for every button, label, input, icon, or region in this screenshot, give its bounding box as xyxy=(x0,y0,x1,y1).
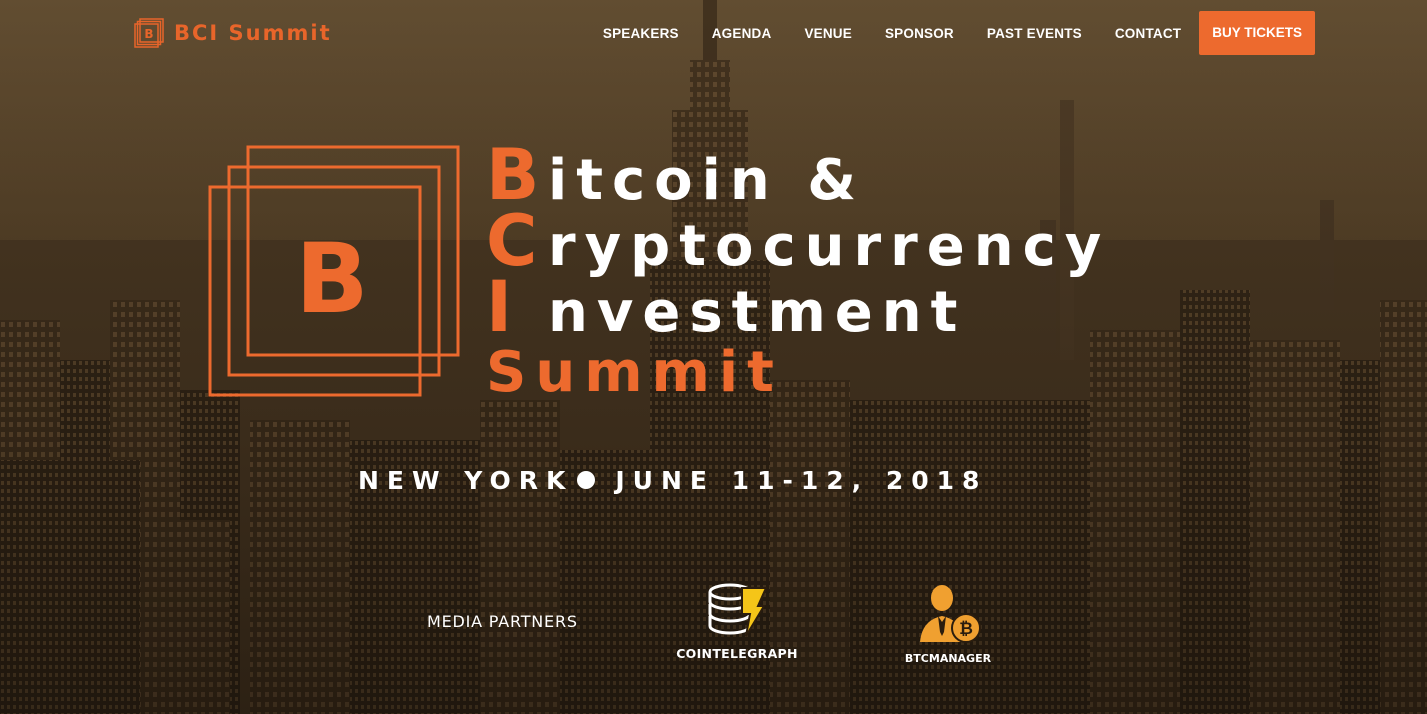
title-initial-i: I xyxy=(486,266,513,348)
title-line-summit: Summit xyxy=(486,340,1246,406)
title-line-investment: Investment xyxy=(486,266,1246,348)
partner-btcmanager-name: BTCMANAGER xyxy=(904,652,992,665)
title-rest-investment: nvestment xyxy=(548,280,967,345)
nav-venue[interactable]: VENUE xyxy=(804,26,852,41)
title-rest-bitcoin: itcoin & xyxy=(548,148,866,213)
hero-b-square-logo-icon: B xyxy=(208,145,460,397)
event-dates: JUNE 11-12, 2018 xyxy=(615,465,988,495)
brand-name: BCI Summit xyxy=(174,21,332,45)
title-rest-summit: Summit xyxy=(486,340,783,405)
page: B BCI Summit SPEAKERS AGENDA VENUE SPONS… xyxy=(0,0,1427,714)
cointelegraph-coin-stack-icon xyxy=(708,583,768,637)
title-rest-cryptocurrency: ryptocurrency xyxy=(548,214,1111,279)
brand-logo-link[interactable]: B BCI Summit xyxy=(134,17,332,49)
partner-cointelegraph-name: COINTELEGRAPH xyxy=(676,646,798,661)
media-partners-label: MEDIA PARTNERS xyxy=(427,612,578,631)
separator-dot-icon xyxy=(577,471,596,489)
top-navigation: B BCI Summit SPEAKERS AGENDA VENUE SPONS… xyxy=(0,0,1427,66)
btcmanager-businessman-bitcoin-icon: ₿ xyxy=(920,585,981,643)
partner-btcmanager-link[interactable]: ₿ BTCMANAGER xyxy=(898,582,998,665)
main-menu: SPEAKERS AGENDA VENUE SPONSOR PAST EVENT… xyxy=(603,11,1315,55)
hero-logo-letter: B xyxy=(295,223,368,335)
b-square-logo-icon: B xyxy=(134,18,164,48)
nav-agenda[interactable]: AGENDA xyxy=(712,26,772,41)
title-line-bitcoin: Bitcoin & xyxy=(486,134,1246,216)
event-location: NEW YORK xyxy=(358,465,574,495)
brand-icon-letter: B xyxy=(144,27,153,41)
nav-sponsor[interactable]: SPONSOR xyxy=(885,26,954,41)
partner-cointelegraph-link[interactable]: COINTELEGRAPH xyxy=(670,582,804,661)
title-initial-c: C xyxy=(486,200,538,282)
title-line-cryptocurrency: Cryptocurrency xyxy=(486,200,1246,282)
event-location-date: NEW YORK JUNE 11-12, 2018 xyxy=(358,460,1078,500)
nav-speakers[interactable]: SPEAKERS xyxy=(603,26,679,41)
title-initial-b: B xyxy=(486,134,540,216)
buy-tickets-button[interactable]: BUY TICKETS xyxy=(1199,11,1315,55)
nav-past-events[interactable]: PAST EVENTS xyxy=(987,26,1082,41)
nav-contact[interactable]: CONTACT xyxy=(1115,26,1181,41)
svg-text:₿: ₿ xyxy=(959,619,973,639)
hero-title: Bitcoin & Cryptocurrency Investment Summ… xyxy=(486,134,1246,406)
